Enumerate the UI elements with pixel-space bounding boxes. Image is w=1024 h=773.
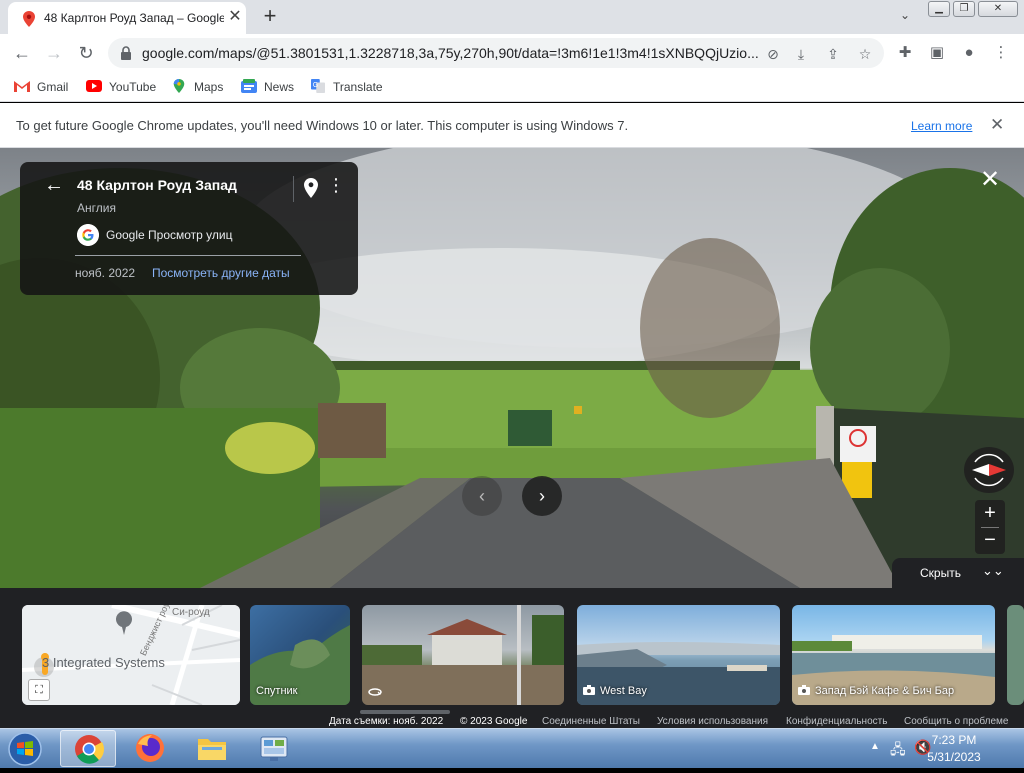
- url-text[interactable]: google.com/maps/@51.3801531,1.3228718,3a…: [142, 45, 762, 61]
- new-tab-button[interactable]: +: [258, 5, 282, 29]
- side-panel-icon[interactable]: ▣: [926, 42, 948, 64]
- expand-map-icon[interactable]: ⛶: [28, 679, 50, 701]
- footer-country[interactable]: Соединенные Штаты: [542, 716, 640, 727]
- card-divider: [293, 176, 294, 202]
- window-minimize-button[interactable]: ▁: [928, 1, 950, 17]
- capture-date: нояб. 2022: [75, 266, 136, 280]
- learn-more-link[interactable]: Learn more: [911, 119, 972, 133]
- map-pin-icon[interactable]: [304, 178, 318, 198]
- browser-toolbar: ← → ↻ google.com/maps/@51.3801531,1.3228…: [0, 34, 1024, 72]
- tab-close-icon[interactable]: ✕: [226, 8, 244, 26]
- tab-strip: 48 Карлтон Роуд Запад – Google Maps ✕ + …: [0, 0, 1024, 34]
- taskbar-firefox[interactable]: [122, 730, 178, 767]
- street-360-image: [362, 605, 564, 705]
- more-options-icon[interactable]: ⋮: [327, 176, 345, 194]
- location-info-card: ← 48 Карлтон Роуд Запад Англия ⋮ Google …: [20, 162, 358, 295]
- windows-taskbar: ▲ 🖧 🔇: [0, 728, 1024, 768]
- taskbar-control-panel[interactable]: [246, 730, 302, 767]
- back-arrow-icon[interactable]: ←: [44, 174, 64, 197]
- update-infobar: To get future Google Chrome updates, you…: [0, 103, 1024, 148]
- windows-start-button[interactable]: [4, 731, 46, 767]
- hide-imagery-button[interactable]: Скрыть ⌄⌄: [892, 558, 1024, 588]
- location-region: Англия: [77, 201, 116, 215]
- bookmark-maps[interactable]: Maps: [171, 77, 223, 97]
- maps-icon: [173, 79, 185, 93]
- footer-capture-date: Дата съемки: нояб. 2022: [329, 716, 444, 727]
- network-icon[interactable]: 🖧: [890, 739, 906, 763]
- blocked-location-icon[interactable]: ⊘: [764, 45, 782, 63]
- lock-icon: [121, 46, 131, 60]
- bookmark-star-icon[interactable]: ☆: [856, 45, 874, 63]
- minimap-road-label: Си-роуд: [172, 607, 210, 618]
- west-bay-label: West Bay: [583, 685, 647, 697]
- cafe-label: Запад Бэй Кафе & Бич Бар: [798, 685, 954, 697]
- reload-button[interactable]: ↻: [74, 41, 98, 65]
- infobar-close-icon[interactable]: ✕: [990, 115, 1004, 135]
- google-logo-icon: [77, 224, 99, 246]
- extensions-puzzle-icon[interactable]: ✚: [894, 42, 916, 64]
- firefox-icon: [136, 734, 164, 762]
- folder-icon: [198, 739, 226, 760]
- west-bay-thumbnail[interactable]: West Bay: [577, 605, 780, 705]
- close-street-view-button[interactable]: ✕: [978, 166, 1002, 194]
- chrome-menu-icon[interactable]: ⋮: [990, 42, 1012, 64]
- camera-icon: [798, 685, 810, 695]
- zoom-out-button[interactable]: −: [975, 527, 1005, 554]
- bookmark-news[interactable]: News: [241, 77, 294, 97]
- compass-icon: [972, 453, 1006, 487]
- chevron-down-icon: ⌄⌄: [982, 563, 1004, 578]
- previous-arrow-button[interactable]: ‹: [462, 476, 502, 516]
- taskbar-explorer[interactable]: [184, 730, 240, 767]
- translate-icon: G: [311, 79, 325, 93]
- clock-date[interactable]: 5/31/2023: [920, 750, 988, 764]
- gmail-icon: [14, 81, 30, 92]
- install-icon[interactable]: ⤓: [792, 45, 810, 63]
- street-view-source: Google Просмотр улиц: [106, 228, 233, 242]
- footer-privacy-link[interactable]: Конфиденциальность: [786, 716, 887, 727]
- bookmark-translate[interactable]: G Translate: [310, 77, 383, 97]
- zoom-in-button[interactable]: +: [975, 500, 1005, 527]
- forward-button[interactable]: →: [42, 41, 66, 65]
- chrome-icon: [75, 735, 105, 764]
- footer-terms-link[interactable]: Условия использования: [657, 716, 768, 727]
- compass-control[interactable]: [964, 447, 1014, 493]
- bookmark-youtube[interactable]: YouTube: [86, 77, 156, 97]
- clock-time[interactable]: 7:23 PM: [924, 733, 984, 747]
- youtube-icon: [86, 80, 102, 92]
- satellite-thumbnail[interactable]: Спутник: [250, 605, 350, 705]
- street-360-thumbnail[interactable]: [362, 605, 564, 705]
- back-button[interactable]: ←: [10, 41, 34, 65]
- show-hidden-icons-icon[interactable]: ▲: [870, 741, 880, 752]
- minimap-thumbnail[interactable]: 3 Integrated Systems Си-роуд Бенджист ро…: [22, 605, 240, 705]
- bookmarks-bar: Gmail YouTube Maps News G Translate: [0, 72, 1024, 102]
- profile-avatar-icon[interactable]: ●: [958, 42, 980, 64]
- footer-copyright: © 2023 Google: [460, 716, 528, 727]
- camera-icon: [583, 685, 595, 695]
- tab-title: 48 Карлтон Роуд Запад – Google Maps: [44, 11, 224, 25]
- next-arrow-button[interactable]: ›: [522, 476, 562, 516]
- zoom-control: + −: [975, 500, 1005, 554]
- west-bay-cafe-thumbnail[interactable]: Запад Бэй Кафе & Бич Бар: [792, 605, 995, 705]
- satellite-label: Спутник: [256, 685, 298, 697]
- google-maps-icon: [23, 11, 35, 27]
- location-address: 48 Карлтон Роуд Запад: [77, 177, 237, 193]
- svg-text:G: G: [313, 82, 318, 89]
- browser-tab[interactable]: 48 Карлтон Роуд Запад – Google Maps ✕: [8, 2, 246, 34]
- address-bar[interactable]: google.com/maps/@51.3801531,1.3228718,3a…: [108, 38, 884, 68]
- window-close-button[interactable]: ✕: [978, 1, 1018, 17]
- window-restore-button[interactable]: ❐: [953, 1, 975, 17]
- tab-search-chevron-icon[interactable]: ⌄: [895, 8, 915, 28]
- bookmark-gmail[interactable]: Gmail: [14, 77, 68, 97]
- see-other-dates-link[interactable]: Посмотреть другие даты: [152, 266, 290, 280]
- control-panel-icon: [260, 736, 288, 761]
- next-thumbnail-partial[interactable]: [1007, 605, 1024, 705]
- share-icon[interactable]: ⇪: [824, 45, 842, 63]
- footer-report-link[interactable]: Сообщить о проблеме: [904, 716, 1008, 727]
- card-divider-line: [75, 255, 301, 256]
- 360-rotate-icon: [368, 688, 382, 696]
- taskbar-chrome[interactable]: [60, 730, 116, 767]
- infobar-message: To get future Google Chrome updates, you…: [16, 118, 629, 133]
- news-icon: [241, 79, 257, 93]
